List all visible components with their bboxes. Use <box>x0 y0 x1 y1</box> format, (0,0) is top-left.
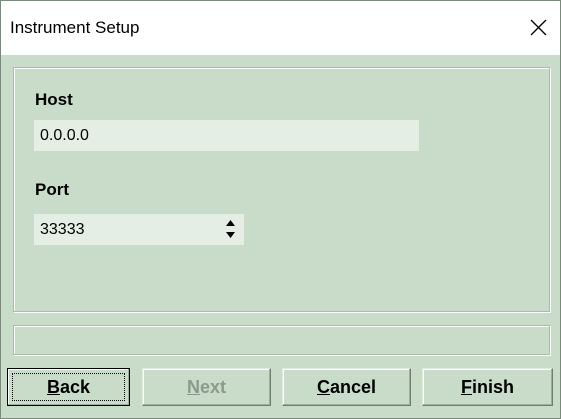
back-button[interactable]: Back <box>7 368 130 406</box>
port-spin-buttons <box>220 218 242 241</box>
close-icon <box>530 19 547 36</box>
spin-down-arrow-icon <box>226 232 235 238</box>
port-input[interactable] <box>34 214 204 245</box>
window-title: Instrument Setup <box>10 18 140 37</box>
finish-button[interactable]: Finish <box>422 368 553 406</box>
port-spinner <box>34 214 244 245</box>
host-input[interactable] <box>34 120 419 151</box>
instrument-setup-dialog: Instrument Setup Host Port <box>0 0 561 419</box>
close-button[interactable] <box>516 1 560 55</box>
finish-button-label: Finish <box>460 376 514 397</box>
title-bar: Instrument Setup <box>1 1 560 55</box>
host-label: Host <box>35 90 73 109</box>
cancel-button[interactable]: Cancel <box>282 368 411 406</box>
next-button-label: Next <box>186 376 226 397</box>
back-button-label: Back <box>46 376 91 397</box>
spin-up-arrow-icon <box>226 220 235 226</box>
cancel-button-label: Cancel <box>316 376 377 397</box>
port-label: Port <box>35 180 69 199</box>
connection-settings-panel: Host Port <box>13 67 550 312</box>
port-decrement-button[interactable] <box>220 230 242 241</box>
next-button[interactable]: Next <box>142 368 271 406</box>
status-bar <box>13 325 550 355</box>
port-increment-button[interactable] <box>220 218 242 229</box>
